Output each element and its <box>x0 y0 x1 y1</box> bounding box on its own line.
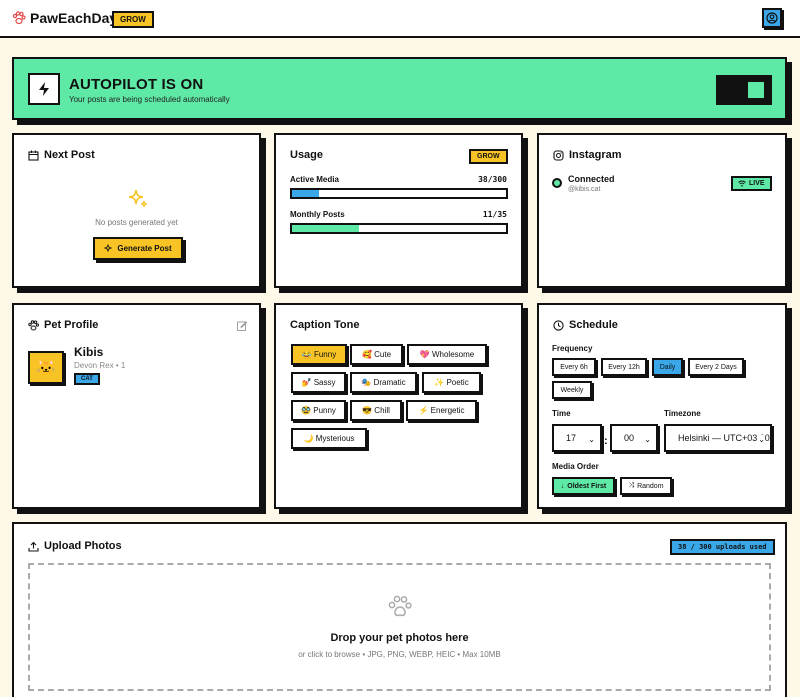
autopilot-banner: AUTOPILOT IS ON Your posts are being sch… <box>12 57 787 120</box>
usage-title: Usage <box>290 149 324 161</box>
order-oldest-first[interactable]: ↓ Oldest First <box>552 477 615 495</box>
brand-name[interactable]: PawEachDay <box>30 10 117 26</box>
schedule-title: Schedule <box>569 319 618 331</box>
clock-icon <box>553 319 564 331</box>
usage-plan-badge: GROW <box>469 149 508 164</box>
tone-wholesome[interactable]: 💖 Wholesome <box>407 344 487 365</box>
order-random[interactable]: ⤨ Random <box>620 477 672 495</box>
chevron-down-icon: ⌄ <box>588 435 595 444</box>
media-order-label: Media Order <box>552 462 599 471</box>
tone-mysterious[interactable]: 🌙 Mysterious <box>291 428 367 449</box>
pet-breed: Devon Rex • 1 <box>74 361 126 370</box>
autopilot-toggle[interactable] <box>716 75 772 105</box>
tone-sassy[interactable]: 💅 Sassy <box>291 372 346 393</box>
order-oldest-label: Oldest First <box>567 482 607 490</box>
chevron-down-icon: ⌄ <box>644 435 651 444</box>
pet-type-tag: CAT <box>74 373 100 385</box>
sparkle-icon <box>128 189 148 208</box>
freq-every-2-days[interactable]: Every 2 Days <box>688 358 744 376</box>
photo-dropzone[interactable]: Drop your pet photos here or click to br… <box>28 563 771 691</box>
lightning-icon <box>28 73 60 105</box>
pet-profile-card: Pet Profile 🐱 Kibis Devon Rex • 1 CAT <box>12 303 261 509</box>
tone-dramatic[interactable]: 🎭 Dramatic <box>350 372 417 393</box>
caption-tone-title: Caption Tone <box>290 319 360 331</box>
tone-funny[interactable]: 😂 Funny <box>291 344 347 365</box>
shuffle-icon: ⤨ <box>628 482 635 489</box>
frequency-label: Frequency <box>552 344 593 353</box>
edit-icon[interactable] <box>237 321 247 331</box>
plan-badge: GROW <box>112 11 154 28</box>
order-random-label: Random <box>637 482 664 490</box>
live-badge: LIVE <box>731 176 772 191</box>
usage-card: Usage GROW Active Media 38/300 Monthly P… <box>274 133 523 288</box>
monthly-posts-bar <box>290 223 508 234</box>
monthly-posts-label: Monthly Posts <box>290 210 345 219</box>
wifi-icon <box>738 180 746 187</box>
tone-chill[interactable]: 😎 Chill <box>350 400 402 421</box>
timezone-select[interactable]: Helsinki — UTC+03:00 ⌄ <box>664 424 772 452</box>
monthly-posts-value: 11/35 <box>482 210 507 219</box>
freq-every-6h[interactable]: Every 6h <box>552 358 596 376</box>
instagram-title: Instagram <box>569 149 622 161</box>
generate-post-label: Generate Post <box>117 244 172 253</box>
sparkle-small-icon <box>104 244 112 252</box>
active-media-bar <box>290 188 508 199</box>
dropzone-title: Drop your pet photos here <box>330 632 469 644</box>
minute-value: 00 <box>624 433 635 443</box>
upload-icon <box>28 541 39 552</box>
toggle-knob <box>747 81 765 99</box>
empty-message: No posts generated yet <box>95 218 178 227</box>
user-icon <box>766 12 778 24</box>
autopilot-subtitle: Your posts are being scheduled automatic… <box>69 95 230 104</box>
top-bar: PawEachDay GROW <box>0 0 800 38</box>
paw-logo-icon <box>12 11 26 25</box>
minute-select[interactable]: 00 ⌄ <box>610 424 658 452</box>
tone-punny[interactable]: 🥸 Punny <box>291 400 346 421</box>
tone-cute[interactable]: 🥰 Cute <box>350 344 403 365</box>
timezone-value: Helsinki — UTC+03:00 <box>678 433 770 443</box>
upload-quota-badge: 38 / 300 uploads used <box>670 539 775 555</box>
pet-profile-title: Pet Profile <box>44 319 99 331</box>
pet-avatar[interactable]: 🐱 <box>28 351 64 384</box>
active-media-value: 38/300 <box>478 175 507 184</box>
generate-post-button[interactable]: Generate Post <box>93 237 183 260</box>
live-label: LIVE <box>749 180 765 187</box>
schedule-card: Schedule Frequency Every 6h Every 12h Da… <box>537 303 787 509</box>
monthly-posts-bar-fill <box>292 225 360 232</box>
active-media-label: Active Media <box>290 175 339 184</box>
hour-select[interactable]: 17 ⌄ <box>552 424 602 452</box>
instagram-card: Instagram Connected @kibis.cat LIVE <box>537 133 787 288</box>
active-media-bar-fill <box>292 190 320 197</box>
dropzone-subtitle: or click to browse • JPG, PNG, WEBP, HEI… <box>298 650 501 659</box>
arrow-down-icon: ↓ <box>560 482 565 490</box>
calendar-icon <box>28 150 39 161</box>
time-label: Time <box>552 409 571 418</box>
tone-energetic[interactable]: ⚡ Energetic <box>406 400 477 421</box>
upload-title: Upload Photos <box>44 540 122 552</box>
chevron-down-icon: ⌄ <box>758 435 765 444</box>
timezone-label: Timezone <box>664 409 701 418</box>
hour-value: 17 <box>566 433 577 443</box>
instagram-icon <box>553 149 564 161</box>
time-separator: : <box>604 435 608 447</box>
paw-icon <box>28 319 39 330</box>
upload-card: Upload Photos 38 / 300 uploads used Drop… <box>12 522 787 697</box>
tone-poetic[interactable]: ✨ Poetic <box>422 372 481 393</box>
connection-status-dot <box>552 178 562 188</box>
paw-icon <box>388 595 412 617</box>
autopilot-title: AUTOPILOT IS ON <box>69 76 204 93</box>
pet-name: Kibis <box>74 345 104 359</box>
account-button[interactable] <box>762 8 782 28</box>
next-post-card: Next Post No posts generated yet Generat… <box>12 133 261 288</box>
connection-status: Connected <box>568 174 615 184</box>
next-post-title: Next Post <box>44 149 95 161</box>
caption-tone-card: Caption Tone 😂 Funny 🥰 Cute 💖 Wholesome … <box>274 303 523 509</box>
freq-every-12h[interactable]: Every 12h <box>601 358 647 376</box>
freq-weekly[interactable]: Weekly <box>552 381 592 399</box>
freq-daily[interactable]: Daily <box>652 358 683 376</box>
instagram-handle: @kibis.cat <box>568 186 601 193</box>
